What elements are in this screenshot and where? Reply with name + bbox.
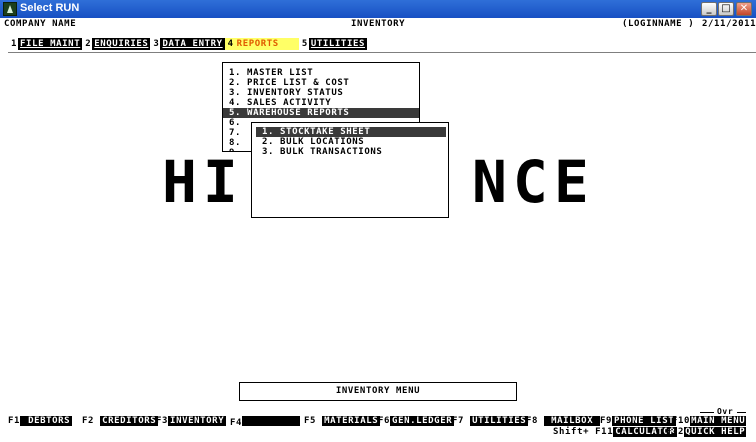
window-titlebar[interactable]: Select RUN _ □ ✕ (0, 0, 756, 18)
fkey-f2-key: F2 (82, 416, 95, 426)
menu-data-entry[interactable]: DATA ENTRY (160, 38, 225, 50)
fkey-f3-label: INVENTORY (168, 416, 227, 426)
fkey-f12-label: QUICK HELP (684, 427, 747, 437)
fkey-f7-label: UTILITIES (470, 416, 529, 426)
fkey-f6-label: GEN.LEDGER (390, 416, 455, 426)
warehouse-submenu: 1. STOCKTAKE SHEET 2. BULK LOCATIONS 3. … (251, 122, 449, 218)
submenu-item-stocktake-sheet[interactable]: 1. STOCKTAKE SHEET (256, 127, 446, 137)
reports-item-inventory-status[interactable]: 3. INVENTORY STATUS (223, 88, 419, 98)
fkey-f6-key: F6 (378, 416, 391, 426)
module-title: INVENTORY (351, 19, 406, 29)
fkey-f12-key: F12 (666, 427, 685, 437)
fkey-f3[interactable]: F3 INVENTORY (156, 416, 227, 427)
fkey-f1[interactable]: F1 DEBTORS (8, 416, 73, 427)
reports-item-sales-activity[interactable]: 4. SALES ACTIVITY (223, 98, 419, 108)
function-key-bar: F1 DEBTORS F2 CREDITORS F3 INVENTORY F4 F… (8, 416, 747, 428)
fkey-f7[interactable]: F7 UTILITIES (452, 416, 529, 427)
shift-function-key-bar: Shift+ F11 CALCULATOR F12QUICK HELP (553, 427, 747, 438)
menu-enquiries[interactable]: ENQUIRIES (92, 38, 151, 50)
fkey-f4-key: F4 (230, 418, 243, 428)
fkey-f5-key: F5 (304, 416, 317, 426)
fkey-f1-key: F1 (8, 416, 21, 426)
minimize-button[interactable]: _ (701, 2, 717, 16)
terminal-screen[interactable]: COMPANY NAME INVENTORY (LOGINNAME ) 2/11… (0, 18, 756, 442)
fkey-f5-label: MATERIALS (322, 416, 381, 426)
ovr-rule-right (737, 412, 746, 413)
reports-item-price-list[interactable]: 2. PRICE LIST & COST (223, 78, 419, 88)
shift-f12[interactable]: F12QUICK HELP (666, 427, 747, 438)
fkey-f9-label: PHONE LIST (612, 416, 677, 426)
fkey-f6[interactable]: F6 GEN.LEDGER (378, 416, 455, 427)
menubar-divider (8, 52, 756, 53)
menu-num-data-entry: 3 (153, 39, 160, 49)
reports-item-master-list[interactable]: 1. MASTER LIST (223, 68, 419, 78)
menu-num-reports: 4 (224, 38, 235, 50)
fkey-f2[interactable]: F2 CREDITORS (82, 416, 159, 427)
fkey-f8-label: MAILBOX (544, 416, 601, 426)
fkey-f8-key: F8 (526, 416, 539, 426)
fkey-f5[interactable]: F5 MATERIALS (304, 416, 381, 427)
fkey-f3-key: F3 (156, 416, 169, 426)
maximize-button[interactable]: □ (718, 2, 734, 16)
current-date: 2/11/2011 (702, 19, 756, 29)
fkey-f7-key: F7 (452, 416, 465, 426)
ovr-rule-left (700, 412, 714, 413)
fkey-f10-label: MAIN MENU (690, 416, 747, 426)
fkey-f8[interactable]: F8 MAILBOX (526, 416, 601, 427)
shift-prefix: Shift+ (553, 427, 590, 437)
menu-num-enquiries: 2 (85, 39, 92, 49)
menu-num-file-maint: 1 (11, 39, 18, 49)
window-title: Select RUN (20, 2, 80, 14)
fkey-f2-label: CREDITORS (100, 416, 159, 426)
fkey-f10-key: F10 (672, 416, 691, 426)
close-button[interactable]: ✕ (736, 2, 752, 16)
menu-reports[interactable]: REPORTS (234, 38, 299, 50)
login-name: (LOGINNAME ) (622, 19, 695, 29)
submenu-item-bulk-transactions[interactable]: 3. BULK TRANSACTIONS (256, 147, 446, 157)
fkey-f4[interactable]: F4 (230, 416, 301, 429)
menu-num-utilities: 5 (301, 39, 308, 49)
logo-text-right: NCE (472, 148, 595, 216)
app-icon[interactable] (3, 2, 17, 16)
main-menubar: 1 FILE MAINT 2 ENQUIRIES 3 DATA ENTRY 4 … (8, 38, 368, 50)
submenu-item-bulk-locations[interactable]: 2. BULK LOCATIONS (256, 137, 446, 147)
fkey-f1-label: DEBTORS (20, 416, 73, 426)
fkey-f9-key: F9 (600, 416, 613, 426)
menu-file-maint[interactable]: FILE MAINT (18, 38, 83, 50)
status-message-box: INVENTORY MENU (239, 382, 517, 401)
fkey-f11-key: F11 (595, 427, 614, 437)
menu-utilities[interactable]: UTILITIES (308, 38, 368, 50)
fkey-f4-label (242, 416, 301, 426)
reports-item-warehouse-reports[interactable]: 5. WAREHOUSE REPORTS (223, 108, 419, 118)
shift-f11[interactable]: Shift+ F11 CALCULATOR (553, 427, 678, 438)
company-name: COMPANY NAME (4, 19, 77, 29)
fkey-f10[interactable]: F10MAIN MENU (672, 416, 747, 427)
fkey-f9[interactable]: F9 PHONE LIST (600, 416, 677, 427)
